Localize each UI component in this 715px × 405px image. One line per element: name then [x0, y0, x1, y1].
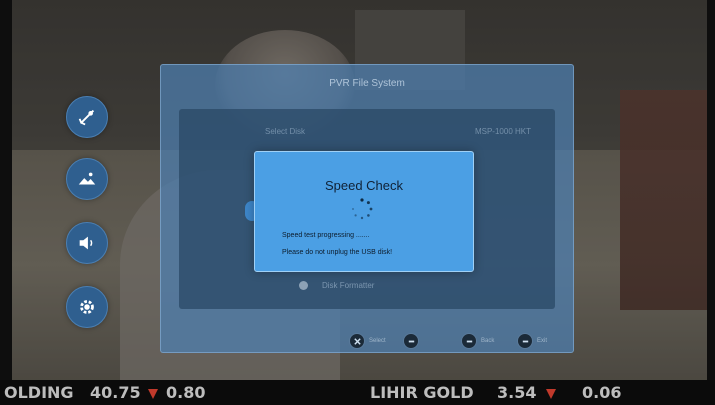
panel-title: PVR File System	[329, 78, 405, 89]
select-disk-label: Select Disk	[265, 126, 306, 136]
hint-back[interactable]: Back	[461, 333, 494, 349]
hint-back-label: Back	[481, 338, 495, 344]
down-arrow-icon	[546, 389, 556, 399]
ticker-item2-name: LIHIR GOLD	[370, 383, 474, 402]
select-disk-value: MSP-1000 HKT	[474, 126, 531, 136]
circle-button-icon	[403, 333, 419, 349]
dialog-title: Speed Check	[324, 178, 404, 193]
ticker-item2-price: 3.54	[497, 383, 537, 402]
hint-exit[interactable]: Exit	[517, 333, 547, 349]
cross-button-icon	[349, 333, 365, 349]
gear-icon[interactable]	[66, 286, 108, 328]
dialog-warning-text: Please do not unplug the USB disk!	[282, 249, 393, 256]
ticker-item1-change: 0.80	[166, 383, 206, 402]
return-button-icon	[461, 333, 477, 349]
picture-icon[interactable]	[66, 158, 108, 200]
dialog-progress-text: Speed test progressing .......	[282, 232, 370, 239]
speed-check-dialog: Speed Check Speed test progressing .....…	[254, 151, 474, 272]
hint-exit-label: Exit	[537, 338, 548, 344]
disk-formatter-row[interactable]: Disk Formatter	[299, 276, 559, 294]
exit-button-icon	[517, 333, 533, 349]
bullet-icon	[299, 280, 308, 290]
down-arrow-icon	[148, 389, 158, 399]
hint-circle[interactable]	[403, 333, 423, 349]
disk-formatter-label: Disk Formatter	[322, 280, 375, 290]
ticker-item1-name: OLDING	[4, 383, 74, 402]
loading-spinner-icon	[352, 198, 373, 220]
ticker-item2-change: 0.06	[582, 383, 622, 402]
ticker-item1-price: 40.75	[90, 383, 141, 402]
stock-ticker: OLDING 40.75 0.80 LIHIR GOLD 3.54 0.06	[0, 380, 715, 405]
hint-select-label: Select	[369, 338, 386, 344]
speaker-icon[interactable]	[66, 222, 108, 264]
select-disk-row[interactable]: Select Disk MSP-1000 HKT	[265, 121, 545, 141]
satellite-dish-icon[interactable]	[66, 96, 108, 138]
hint-select[interactable]: Select	[349, 333, 386, 349]
